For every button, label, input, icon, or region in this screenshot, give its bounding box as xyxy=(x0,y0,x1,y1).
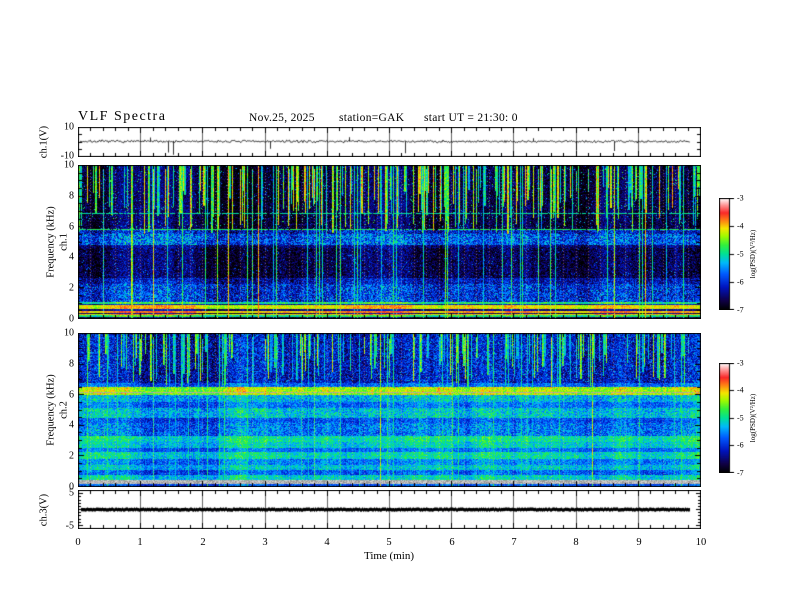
x-tick-label: 6 xyxy=(449,537,455,548)
colorbar-tick-label: -5 xyxy=(737,413,744,423)
ch1-voltage-panel xyxy=(78,127,701,157)
y-tick-label: 10 xyxy=(64,121,74,133)
spec1-channel-label: ch.1 xyxy=(58,233,70,251)
x-tick-label: 4 xyxy=(324,537,330,548)
y-tick-label: -5 xyxy=(65,520,74,532)
x-tick-label: 10 xyxy=(695,537,707,548)
vlf-spectra-figure: VLF Spectra Nov.25, 2025 station=GAK sta… xyxy=(0,0,792,612)
y-tick-label: 8 xyxy=(69,190,74,202)
colorbar-axis-label: log(PSD)(V²/Hz) xyxy=(749,229,757,279)
ch3-voltage-panel xyxy=(78,490,701,529)
x-tick-label: 0 xyxy=(75,537,81,548)
spec2-frequency-axis-label: Frequency (kHz) xyxy=(45,374,57,446)
colorbar-ch2 xyxy=(719,363,735,473)
x-tick-label: 7 xyxy=(511,537,517,548)
x-tick-label: 9 xyxy=(636,537,642,548)
time-axis-label: Time (min) xyxy=(363,550,414,562)
colorbar-tick-label: -3 xyxy=(737,358,744,368)
colorbar-tick-label: -6 xyxy=(737,440,744,450)
colorbar-tick-label: -3 xyxy=(737,193,744,203)
y-tick-label: 2 xyxy=(69,282,74,294)
colorbar-tick-label: -4 xyxy=(737,221,744,231)
colorbar-ch1 xyxy=(719,198,735,310)
spec1-frequency-axis-label: Frequency (kHz) xyxy=(45,206,57,278)
colorbar-tick-label: -6 xyxy=(737,277,744,287)
spec2-channel-label: ch.2 xyxy=(58,401,70,419)
colorbar-axis-label: log(PSD)(V²/Hz) xyxy=(749,393,757,443)
y-tick-label: 10 xyxy=(64,327,74,339)
figure-date: Nov.25, 2025 xyxy=(249,112,315,124)
figure-station: station=GAK xyxy=(339,112,405,124)
y-tick-label: 2 xyxy=(69,450,74,462)
figure-start-ut: start UT = 21:30: 0 xyxy=(424,112,518,124)
ch1-spectrogram-panel xyxy=(78,165,701,319)
y-tick-label: 5 xyxy=(69,487,74,499)
colorbar-tick-label: -7 xyxy=(737,468,744,478)
ch1-voltage-axis-label: ch.1(V) xyxy=(38,125,50,159)
x-tick-label: 8 xyxy=(573,537,579,548)
y-tick-label: 8 xyxy=(69,358,74,370)
x-tick-label: 3 xyxy=(262,537,268,548)
colorbar-tick-label: -4 xyxy=(737,385,744,395)
ch2-spectrogram-panel xyxy=(78,333,701,487)
y-tick-label: 0 xyxy=(69,313,74,325)
ch3-voltage-axis-label: ch.3(V) xyxy=(38,493,50,527)
colorbar-tick-label: -7 xyxy=(737,305,744,315)
colorbar-tick-label: -5 xyxy=(737,249,744,259)
page-title: VLF Spectra xyxy=(78,109,167,124)
y-tick-label: 10 xyxy=(64,159,74,171)
x-tick-label: 5 xyxy=(386,537,392,548)
x-tick-label: 2 xyxy=(200,537,206,548)
x-tick-label: 1 xyxy=(137,537,143,548)
